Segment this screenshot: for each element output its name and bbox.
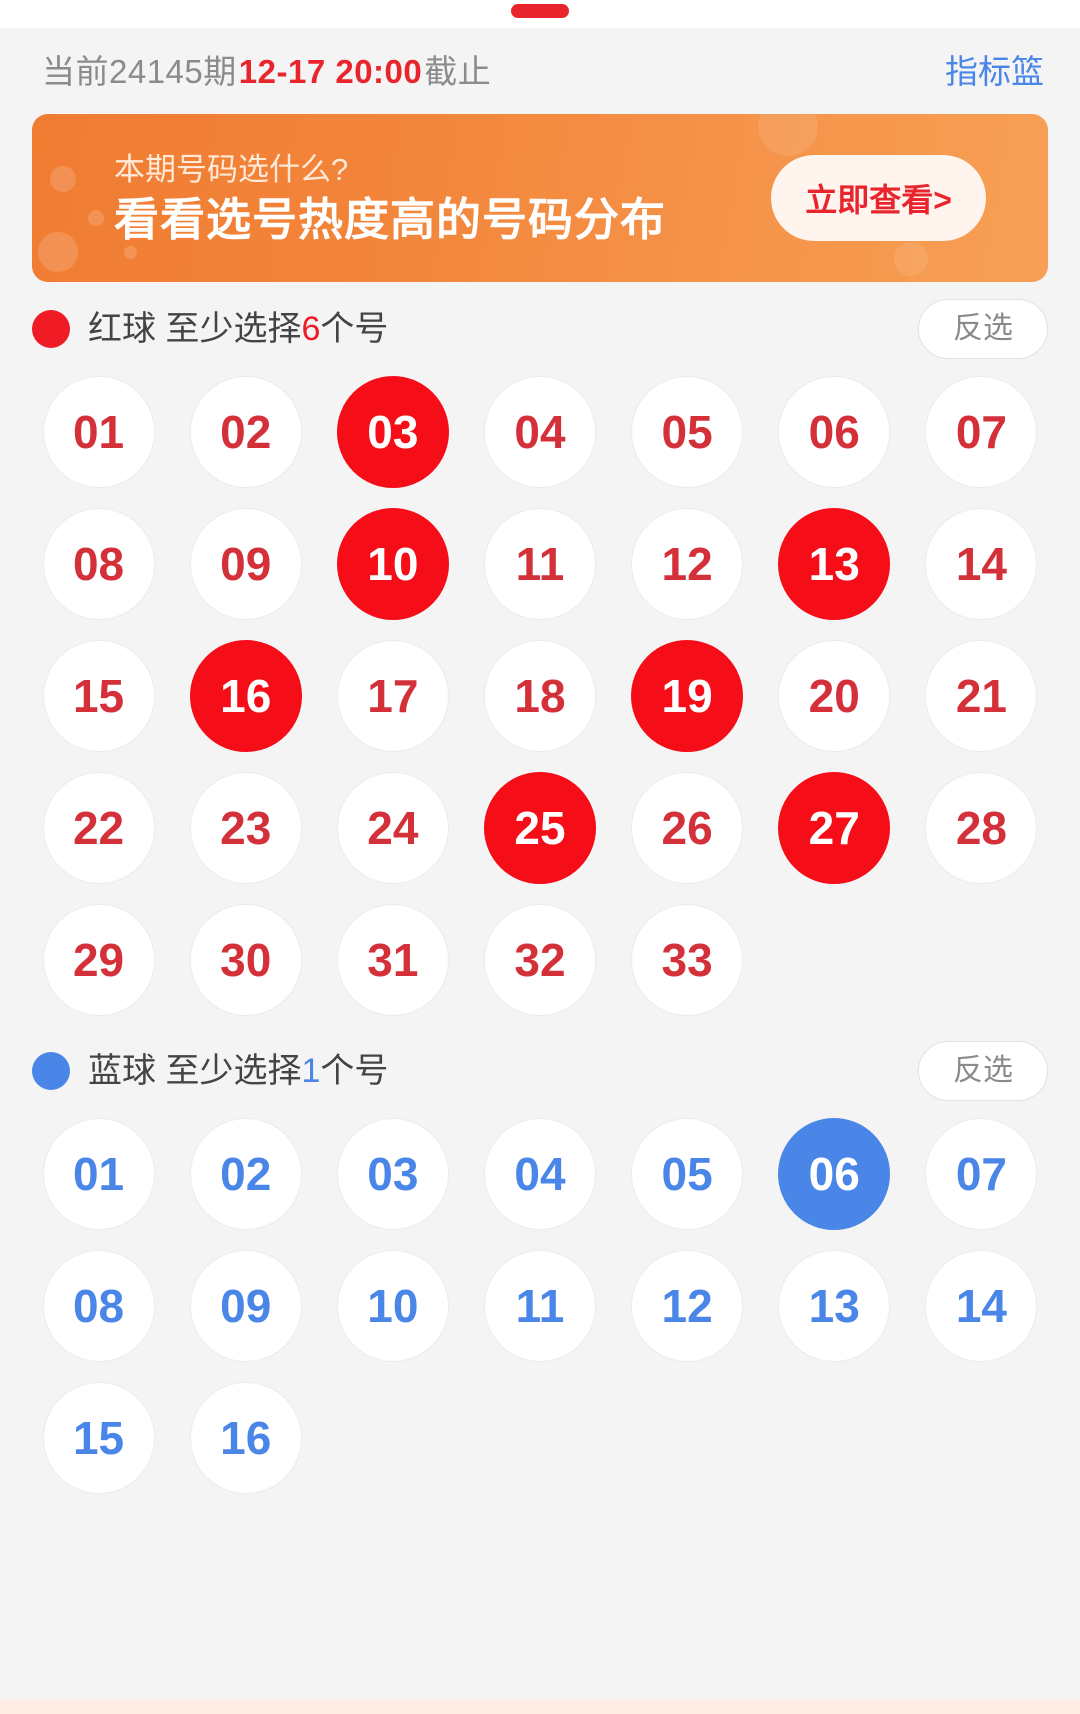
red-ball-32[interactable]: 32 <box>483 904 596 1016</box>
red-ball-22[interactable]: 22 <box>42 772 155 884</box>
blue-label-suffix: 个号 <box>320 1052 389 1090</box>
lottery-pick-screen: 当前24145期12-17 20:00截止 指标篮 本期号码选什么? 看看选号热… <box>0 0 1080 1714</box>
bottom-accent-strip <box>0 1700 1080 1714</box>
red-ball-dot-icon <box>32 310 70 348</box>
red-ball-08[interactable]: 08 <box>42 508 155 620</box>
red-section-label-group: 红球 至少选择6个号 <box>32 310 388 348</box>
red-ball-06[interactable]: 06 <box>778 376 891 488</box>
red-ball-30[interactable]: 30 <box>189 904 302 1016</box>
red-ball-29[interactable]: 29 <box>42 904 155 1016</box>
red-ball-section: 红球 至少选择6个号 反选 01 02 03 04 05 06 07 08 09 10 11 12 13… <box>0 282 1080 1024</box>
decorative-bubble-icon <box>38 232 78 272</box>
red-ball-12[interactable]: 12 <box>631 508 744 620</box>
active-tab-indicator <box>511 4 569 18</box>
blue-ball-08[interactable]: 08 <box>42 1250 155 1362</box>
red-ball-26[interactable]: 26 <box>631 772 744 884</box>
red-min-count: 6 <box>301 310 321 348</box>
red-ball-20[interactable]: 20 <box>778 640 891 752</box>
decorative-bubble-icon <box>50 166 76 192</box>
blue-ball-04[interactable]: 04 <box>483 1118 596 1230</box>
promo-banner-texts: 本期号码选什么? 看看选号热度高的号码分布 <box>114 154 666 242</box>
blue-ball-06[interactable]: 06 <box>778 1118 891 1230</box>
red-ball-01[interactable]: 01 <box>42 376 155 488</box>
red-ball-24[interactable]: 24 <box>336 772 449 884</box>
red-ball-19[interactable]: 19 <box>631 640 744 752</box>
red-section-label: 红球 至少选择6个号 <box>88 312 388 346</box>
red-label-suffix: 个号 <box>320 310 389 348</box>
blue-ball-15[interactable]: 15 <box>42 1382 155 1494</box>
red-ball-23[interactable]: 23 <box>189 772 302 884</box>
red-ball-27[interactable]: 27 <box>778 772 891 884</box>
red-section-header: 红球 至少选择6个号 反选 <box>32 282 1048 376</box>
indicator-basket-link[interactable]: 指标篮 <box>945 55 1044 88</box>
red-ball-02[interactable]: 02 <box>189 376 302 488</box>
blue-min-count: 1 <box>301 1052 321 1090</box>
red-ball-10[interactable]: 10 <box>336 508 449 620</box>
blue-section-label-group: 蓝球 至少选择1个号 <box>32 1052 388 1090</box>
red-ball-15[interactable]: 15 <box>42 640 155 752</box>
red-ball-28[interactable]: 28 <box>925 772 1038 884</box>
blue-label-prefix: 蓝球 至少选择 <box>88 1052 302 1090</box>
blue-ball-09[interactable]: 09 <box>189 1250 302 1362</box>
period-deadline: 12-17 20:00 <box>238 52 423 90</box>
blue-section-label: 蓝球 至少选择1个号 <box>88 1054 388 1088</box>
period-info: 当前24145期12-17 20:00截止 <box>42 55 491 88</box>
tab-strip <box>0 0 1080 28</box>
red-ball-25[interactable]: 25 <box>483 772 596 884</box>
blue-ball-dot-icon <box>32 1052 70 1090</box>
blue-ball-03[interactable]: 03 <box>336 1118 449 1230</box>
blue-ball-13[interactable]: 13 <box>778 1250 891 1362</box>
red-ball-11[interactable]: 11 <box>483 508 596 620</box>
red-ball-07[interactable]: 07 <box>925 376 1038 488</box>
promo-banner-subtitle: 本期号码选什么? <box>114 152 349 187</box>
decorative-bubble-icon <box>894 242 928 276</box>
red-ball-03[interactable]: 03 <box>336 376 449 488</box>
red-ball-18[interactable]: 18 <box>483 640 596 752</box>
decorative-bubble-icon <box>758 114 818 156</box>
red-ball-21[interactable]: 21 <box>925 640 1038 752</box>
red-ball-33[interactable]: 33 <box>631 904 744 1016</box>
period-suffix: 截止 <box>424 52 492 90</box>
promo-banner[interactable]: 本期号码选什么? 看看选号热度高的号码分布 立即查看> <box>32 114 1048 282</box>
blue-ball-02[interactable]: 02 <box>189 1118 302 1230</box>
view-now-button[interactable]: 立即查看> <box>771 155 986 241</box>
blue-ball-10[interactable]: 10 <box>336 1250 449 1362</box>
red-label-prefix: 红球 至少选择 <box>88 310 302 348</box>
blue-ball-14[interactable]: 14 <box>925 1250 1038 1362</box>
red-ball-17[interactable]: 17 <box>336 640 449 752</box>
red-ball-09[interactable]: 09 <box>189 508 302 620</box>
red-ball-14[interactable]: 14 <box>925 508 1038 620</box>
bottom-spacer <box>0 1502 1080 1700</box>
blue-ball-grid: 01 02 03 04 05 06 07 08 09 10 11 12 13 14 15 16 <box>32 1118 1048 1502</box>
blue-ball-01[interactable]: 01 <box>42 1118 155 1230</box>
red-ball-05[interactable]: 05 <box>631 376 744 488</box>
blue-ball-11[interactable]: 11 <box>483 1250 596 1362</box>
promo-banner-title: 看看选号热度高的号码分布 <box>114 194 667 245</box>
blue-invert-selection-button[interactable]: 反选 <box>918 1041 1048 1101</box>
decorative-bubble-icon <box>88 210 104 226</box>
red-ball-13[interactable]: 13 <box>778 508 891 620</box>
blue-ball-05[interactable]: 05 <box>631 1118 744 1230</box>
blue-ball-section: 蓝球 至少选择1个号 反选 01 02 03 04 05 06 07 08 09 10 11 12 13… <box>0 1024 1080 1502</box>
promo-banner-wrapper: 本期号码选什么? 看看选号热度高的号码分布 立即查看> <box>0 114 1080 282</box>
red-ball-16[interactable]: 16 <box>189 640 302 752</box>
decorative-bubble-icon <box>124 246 137 259</box>
blue-ball-16[interactable]: 16 <box>189 1382 302 1494</box>
red-ball-31[interactable]: 31 <box>336 904 449 1016</box>
period-prefix: 当前24145期 <box>42 52 237 90</box>
blue-ball-07[interactable]: 07 <box>925 1118 1038 1230</box>
red-ball-04[interactable]: 04 <box>483 376 596 488</box>
red-invert-selection-button[interactable]: 反选 <box>918 299 1048 359</box>
blue-ball-12[interactable]: 12 <box>631 1250 744 1362</box>
period-header: 当前24145期12-17 20:00截止 指标篮 <box>0 28 1080 114</box>
red-ball-grid: 01 02 03 04 05 06 07 08 09 10 11 12 13 14 15 16 17 18 19 20… <box>32 376 1048 1024</box>
blue-section-header: 蓝球 至少选择1个号 反选 <box>32 1024 1048 1118</box>
